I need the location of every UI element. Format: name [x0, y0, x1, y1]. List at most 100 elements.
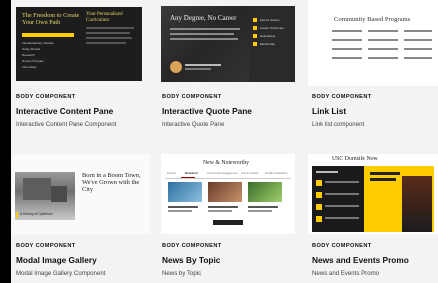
card-thumbnail[interactable]: The Freedom to Create Your Own Path Inte…: [12, 0, 150, 86]
topic-tab-active[interactable]: Research: [185, 171, 198, 175]
avatar: [170, 61, 182, 73]
thumbnail-headline: Born in a Boom Town, We've Grown with th…: [82, 172, 141, 194]
news-headline-line: [370, 178, 396, 181]
thumbnail-menu-row: Networking: [253, 32, 293, 40]
link-list-line: [404, 57, 432, 59]
event-date-box: [316, 204, 322, 210]
card-subtitle: Link list component: [312, 121, 365, 128]
thumbnail-text-line: [170, 28, 240, 30]
card-thumbnail[interactable]: Any Degree, No Career Alumni Stories Car…: [158, 0, 296, 86]
card-title[interactable]: Modal Image Gallery: [16, 255, 105, 265]
gallery-photo-building: [51, 186, 67, 202]
card-kicker: BODY COMPONENT: [312, 243, 372, 249]
events-line: [325, 193, 359, 195]
caption-marker: [16, 212, 18, 218]
thumbnail-menu-item: Interdisciplinary Studies: [22, 41, 54, 45]
thumbnail-menu: Alumni Stories Career Outcomes Networkin…: [253, 16, 293, 48]
link-list-line: [368, 30, 398, 32]
thumbnail-menu-item: Honors Program: [22, 59, 45, 63]
card-interactive-quote-pane[interactable]: Any Degree, No Career Alumni Stories Car…: [158, 0, 296, 140]
card-subtitle: Interactive Content Pane Component: [16, 121, 117, 128]
news-text-line: [168, 206, 198, 208]
card-title[interactable]: News By Topic: [162, 255, 222, 265]
thumbnail-text-line: [170, 38, 238, 40]
thumbnail-text-line: [170, 33, 234, 35]
card-thumbnail[interactable]: Community Based Programs: [308, 0, 438, 86]
news-text-line: [208, 210, 232, 212]
card-kicker: BODY COMPONENT: [312, 94, 372, 100]
card-meta: BODY COMPONENT Link List Link list compo…: [312, 94, 372, 128]
card-kicker: BODY COMPONENT: [162, 94, 222, 100]
topic-tab[interactable]: Arts & Culture: [241, 171, 258, 175]
news-text-line: [168, 210, 192, 212]
card-subtitle: Modal Image Gallery Component: [16, 270, 106, 277]
thumbnail-link-grid: [332, 30, 432, 70]
thumbnail-heading: New & Noteworthy: [203, 160, 250, 166]
active-tab-underline: [181, 177, 195, 178]
card-thumbnail[interactable]: Born in a Boom Town, We've Grown with th…: [12, 154, 150, 234]
events-line: [325, 205, 359, 207]
thumbnail-menu-item: Alumni Stories: [260, 18, 280, 22]
link-list-line: [332, 30, 362, 32]
card-meta: BODY COMPONENT Modal Image Gallery Modal…: [16, 243, 105, 277]
news-headline-line: [370, 172, 400, 175]
news-text-line: [248, 210, 272, 212]
card-meta: BODY COMPONENT News By Topic News by Top…: [162, 243, 222, 277]
component-gallery: The Freedom to Create Your Own Path Inte…: [0, 0, 438, 283]
thumbnail-heading: Community Based Programs: [334, 16, 411, 23]
events-panel: [312, 166, 364, 232]
thumbnail-menu-row: Alumni Stories: [253, 16, 293, 24]
gallery-caption: A History of Optimism: [20, 212, 53, 216]
event-date-box: [316, 180, 322, 186]
link-list-line: [368, 39, 398, 41]
news-text-line: [248, 206, 278, 208]
thumbnail-left-title: The Freedom to Create Your Own Path: [22, 12, 80, 26]
events-line: [325, 181, 359, 183]
thumbnail-menu-item: Mentorship: [260, 42, 275, 46]
card-thumbnail[interactable]: New & Noteworthy Faculty Research Commun…: [158, 154, 296, 234]
thumbnail-panel: New & Noteworthy Faculty Research Commun…: [161, 154, 295, 234]
link-list-line: [404, 39, 432, 41]
link-list-line: [332, 57, 362, 59]
thumbnail-menu-item: Internships: [22, 65, 37, 69]
news-image: [168, 182, 202, 202]
gallery-photo-building: [23, 178, 51, 200]
card-link-list[interactable]: Community Based Programs BODY COMPONENT …: [308, 0, 438, 140]
view-all-button[interactable]: [213, 220, 243, 225]
card-meta: BODY COMPONENT Interactive Quote Pane In…: [162, 94, 252, 128]
events-line: [316, 171, 338, 173]
card-kicker: BODY COMPONENT: [162, 243, 222, 249]
card-title[interactable]: News and Events Promo: [312, 255, 409, 265]
card-title[interactable]: Link List: [312, 106, 372, 116]
card-subtitle: Interactive Quote Pane: [162, 121, 225, 128]
thumbnail-menu-item: Study Abroad: [22, 47, 41, 51]
thumbnail-dark-panel: The Freedom to Create Your Own Path Inte…: [16, 7, 142, 81]
thumbnail-text-line: [86, 27, 134, 29]
link-list-line: [332, 39, 362, 41]
card-news-and-events-promo[interactable]: USC Dornsife Now BODY COMPONENT News and…: [308, 154, 438, 283]
card-modal-image-gallery[interactable]: Born in a Boom Town, We've Grown with th…: [12, 154, 150, 283]
event-date-box: [316, 216, 322, 222]
thumbnail-text-line: [185, 64, 221, 66]
news-promo-panel: [364, 166, 434, 232]
news-image: [248, 182, 282, 202]
card-title[interactable]: Interactive Content Pane: [16, 106, 116, 116]
card-thumbnail[interactable]: USC Dornsife Now: [308, 154, 438, 234]
left-edge-divider: [0, 0, 11, 283]
card-interactive-content-pane[interactable]: The Freedom to Create Your Own Path Inte…: [12, 0, 150, 140]
card-subtitle: News by Topic: [162, 270, 202, 277]
topic-tab[interactable]: Faculty: [167, 171, 176, 175]
topic-tab[interactable]: Community Engagement: [207, 171, 238, 175]
thumbnail-headline: Any Degree, No Career: [170, 14, 237, 22]
thumbnail-heading: USC Dornsife Now: [332, 156, 378, 162]
card-meta: BODY COMPONENT Interactive Content Pane …: [16, 94, 116, 128]
card-news-by-topic[interactable]: New & Noteworthy Faculty Research Commun…: [158, 154, 296, 283]
thumbnail-dark-panel: Any Degree, No Career Alumni Stories Car…: [161, 6, 295, 82]
thumbnail-highlight-bar: [22, 33, 74, 37]
card-title[interactable]: Interactive Quote Pane: [162, 106, 252, 116]
promo-panels: [312, 166, 434, 232]
topic-tab[interactable]: Health & Medicine: [265, 171, 288, 175]
events-line: [325, 217, 359, 219]
link-list-line: [368, 57, 398, 59]
link-list-line: [404, 48, 432, 50]
